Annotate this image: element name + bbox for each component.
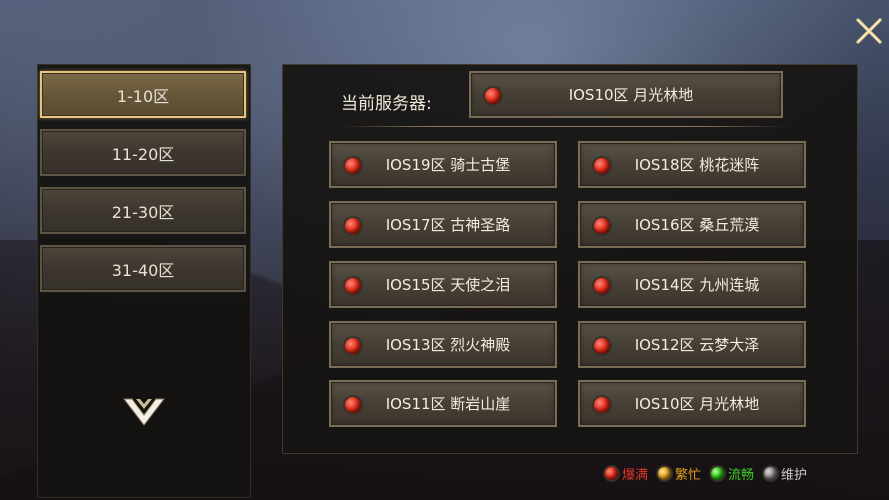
server-name: IOS16区 桑丘荒漠: [634, 216, 760, 234]
tab-zone-1-10[interactable]: 1-10区: [40, 71, 246, 118]
server-button[interactable]: IOS14区 九州连城: [578, 261, 806, 308]
legend-busy: 繁忙: [658, 464, 701, 483]
double-chevron-down-icon: [122, 398, 166, 426]
server-button[interactable]: IOS12区 云梦大泽: [578, 321, 806, 368]
tab-zone-11-20[interactable]: 11-20区: [40, 129, 246, 176]
divider: [341, 126, 787, 127]
green-dot-icon: [711, 466, 725, 480]
zone-tab-panel: 1-10区 11-20区 21-30区 31-40区: [37, 64, 251, 498]
legend-label: 流畅: [728, 467, 755, 483]
server-button[interactable]: IOS10区 月光林地: [578, 380, 806, 427]
scroll-down-button[interactable]: [120, 395, 168, 435]
server-name: IOS14区 九州连城: [634, 276, 760, 294]
legend-smooth: 流畅: [711, 464, 754, 483]
legend-maintenance: 维护: [764, 464, 807, 483]
current-server-name: IOS10区 月光林地: [568, 86, 694, 104]
legend-label: 繁忙: [675, 467, 702, 483]
server-button[interactable]: IOS11区 断岩山崖: [329, 380, 557, 427]
server-name: IOS13区 烈火神殿: [385, 336, 511, 354]
server-name: IOS15区 天使之泪: [385, 276, 511, 294]
server-name: IOS12区 云梦大泽: [634, 336, 760, 354]
status-legend: 爆满 繁忙 流畅 维护: [605, 462, 817, 484]
tab-zone-21-30[interactable]: 21-30区: [40, 187, 246, 234]
server-name: IOS18区 桃花迷阵: [634, 156, 760, 174]
current-server-button[interactable]: IOS10区 月光林地: [469, 71, 783, 118]
gray-dot-icon: [764, 466, 778, 480]
server-button[interactable]: IOS13区 烈火神殿: [329, 321, 557, 368]
server-name: IOS19区 骑士古堡: [385, 156, 511, 174]
server-button[interactable]: IOS16区 桑丘荒漠: [578, 201, 806, 248]
legend-label: 爆满: [622, 467, 649, 483]
server-name: IOS17区 古神圣路: [385, 216, 511, 234]
server-name: IOS11区 断岩山崖: [385, 395, 511, 413]
legend-full: 爆满: [605, 464, 648, 483]
yellow-dot-icon: [658, 466, 672, 480]
server-button[interactable]: IOS17区 古神圣路: [329, 201, 557, 248]
server-name: IOS10区 月光林地: [634, 395, 760, 413]
close-button[interactable]: [852, 14, 886, 48]
server-button[interactable]: IOS19区 骑士古堡: [329, 141, 557, 188]
current-server-label: 当前服务器:: [341, 93, 432, 114]
server-button[interactable]: IOS15区 天使之泪: [329, 261, 557, 308]
tab-zone-31-40[interactable]: 31-40区: [40, 245, 246, 292]
legend-label: 维护: [781, 467, 808, 483]
server-button[interactable]: IOS18区 桃花迷阵: [578, 141, 806, 188]
server-list-panel: 当前服务器: IOS10区 月光林地 IOS19区 骑士古堡 IOS18区 桃花…: [282, 64, 858, 454]
close-icon: [856, 18, 882, 44]
red-dot-icon: [605, 466, 618, 480]
